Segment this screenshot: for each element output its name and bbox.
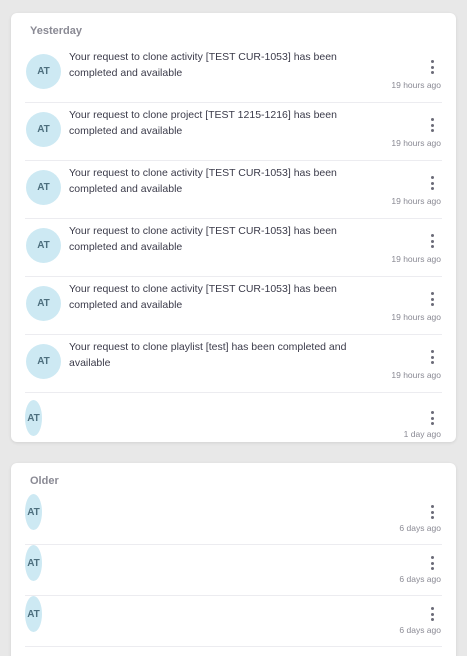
section-title-older: Older <box>30 475 59 487</box>
avatar: AT <box>26 286 61 321</box>
notification-item[interactable]: AT Your request to clone project [TEST 1… <box>25 103 442 161</box>
notification-time: 19 hours ago <box>391 370 441 380</box>
more-vertical-icon[interactable] <box>429 607 435 621</box>
avatar: AT <box>25 494 42 530</box>
notification-item[interactable]: AT Your request to clone playlist [test]… <box>25 335 442 393</box>
more-vertical-icon[interactable] <box>429 556 435 570</box>
avatar: AT <box>26 170 61 205</box>
notification-time: 19 hours ago <box>391 254 441 264</box>
more-vertical-icon[interactable] <box>429 118 435 132</box>
notification-time: 19 hours ago <box>391 80 441 90</box>
avatar: AT <box>26 112 61 147</box>
notifications-card-older: Older AT 6 days ago AT 6 days ago AT 6 d… <box>11 463 456 656</box>
more-vertical-icon[interactable] <box>429 176 435 190</box>
notification-time: 6 days ago <box>399 625 441 635</box>
notification-time: 6 days ago <box>399 574 441 584</box>
notification-time: 1 day ago <box>403 429 441 439</box>
notification-item[interactable]: AT 6 days ago <box>25 494 442 545</box>
notification-time: 19 hours ago <box>391 138 441 148</box>
avatar: AT <box>26 54 61 89</box>
notification-item[interactable]: AT Your request to clone activity [TEST … <box>25 277 442 335</box>
notification-item[interactable]: AT 6 days ago <box>25 596 442 647</box>
notification-message: Your request to clone project [TEST 1215… <box>69 109 337 137</box>
notification-time: 19 hours ago <box>391 196 441 206</box>
notification-list-older: AT 6 days ago AT 6 days ago AT 6 days ag… <box>25 494 442 647</box>
avatar: AT <box>26 228 61 263</box>
notification-message: Your request to clone activity [TEST CUR… <box>69 283 337 311</box>
notification-list-yesterday: AT Your request to clone activity [TEST … <box>25 45 442 451</box>
more-vertical-icon[interactable] <box>429 505 435 519</box>
avatar: AT <box>25 545 42 581</box>
notification-message: Your request to clone activity [TEST CUR… <box>69 225 337 253</box>
avatar: AT <box>25 400 42 436</box>
notification-item[interactable]: AT 1 day ago <box>25 400 442 451</box>
notifications-page: Yesterday AT Your request to clone activ… <box>0 0 467 656</box>
notification-time: 6 days ago <box>399 523 441 533</box>
notification-time: 19 hours ago <box>391 312 441 322</box>
notification-item[interactable]: AT 6 days ago <box>25 545 442 596</box>
more-vertical-icon[interactable] <box>429 60 435 74</box>
notification-message: Your request to clone activity [TEST CUR… <box>69 51 337 79</box>
notification-item[interactable]: AT Your request to clone activity [TEST … <box>25 45 442 103</box>
more-vertical-icon[interactable] <box>429 292 435 306</box>
notification-message: Your request to clone activity [TEST CUR… <box>69 167 337 195</box>
notification-item[interactable]: AT Your request to clone activity [TEST … <box>25 219 442 277</box>
section-title-yesterday: Yesterday <box>30 25 82 37</box>
more-vertical-icon[interactable] <box>429 234 435 248</box>
more-vertical-icon[interactable] <box>429 350 435 364</box>
more-vertical-icon[interactable] <box>429 411 435 425</box>
notification-item[interactable]: AT Your request to clone activity [TEST … <box>25 161 442 219</box>
avatar: AT <box>26 344 61 379</box>
notification-message: Your request to clone playlist [test] ha… <box>69 341 347 369</box>
avatar: AT <box>25 596 42 632</box>
notifications-card-yesterday: Yesterday AT Your request to clone activ… <box>11 13 456 442</box>
